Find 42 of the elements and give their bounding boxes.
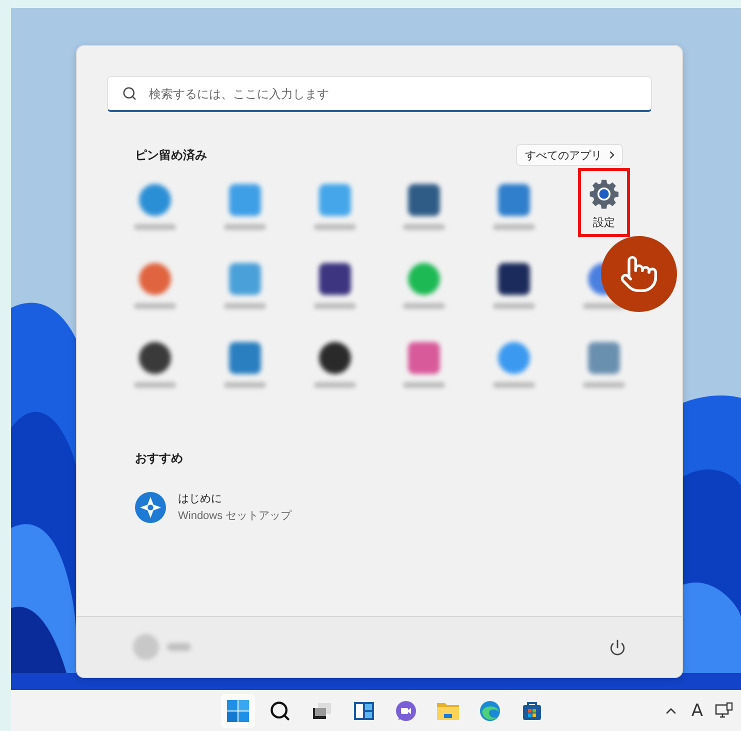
search-input[interactable]: 検索するには、ここに入力します (147, 86, 637, 102)
windows-logo-icon (227, 700, 249, 722)
browser-icon (479, 700, 501, 722)
blurred-label (314, 224, 356, 230)
app-icon[interactable] (318, 342, 351, 374)
power-button[interactable] (609, 638, 626, 656)
video-chat-icon (395, 700, 417, 722)
blurred-label (403, 382, 446, 388)
blurred-label (403, 303, 446, 309)
hand-pointer-icon (619, 254, 659, 294)
panels-icon (353, 700, 375, 722)
blurred-label (134, 303, 176, 309)
blurred-label (224, 303, 266, 309)
blurred-label (314, 382, 356, 388)
app-icon[interactable] (498, 263, 530, 295)
app-icon[interactable] (318, 263, 351, 295)
blurred-label (493, 224, 536, 230)
section-heading: おすすめ (135, 451, 183, 465)
all-apps-button[interactable]: すべてのアプリ (516, 144, 623, 166)
blurred-label (493, 382, 536, 388)
gear-icon (587, 177, 622, 211)
search-icon (122, 86, 137, 101)
blurred-label (134, 224, 176, 230)
input-indicator[interactable]: A (691, 700, 703, 720)
blurred-label (134, 382, 176, 388)
star-app-icon (135, 492, 166, 522)
blurred-label (403, 224, 446, 230)
app-icon[interactable] (138, 342, 171, 374)
blurred-label (583, 382, 626, 388)
blurred-label (224, 382, 266, 388)
monitor-icon[interactable] (715, 702, 733, 720)
section-heading: ピン留め済み (135, 146, 207, 164)
settings-app-tile[interactable]: 設定 (578, 168, 630, 237)
search-icon (269, 700, 291, 722)
blurred-label (493, 303, 536, 309)
shopping-bag-icon (521, 700, 543, 722)
search-field[interactable]: 検索するには、ここに入力します (107, 76, 652, 112)
start-button[interactable] (221, 694, 255, 728)
blurred-label (314, 303, 356, 309)
blurred-label (224, 224, 266, 230)
blurred-user-name (167, 643, 191, 651)
recommended-item[interactable]: はじめに Windows セットアップ (135, 491, 652, 523)
